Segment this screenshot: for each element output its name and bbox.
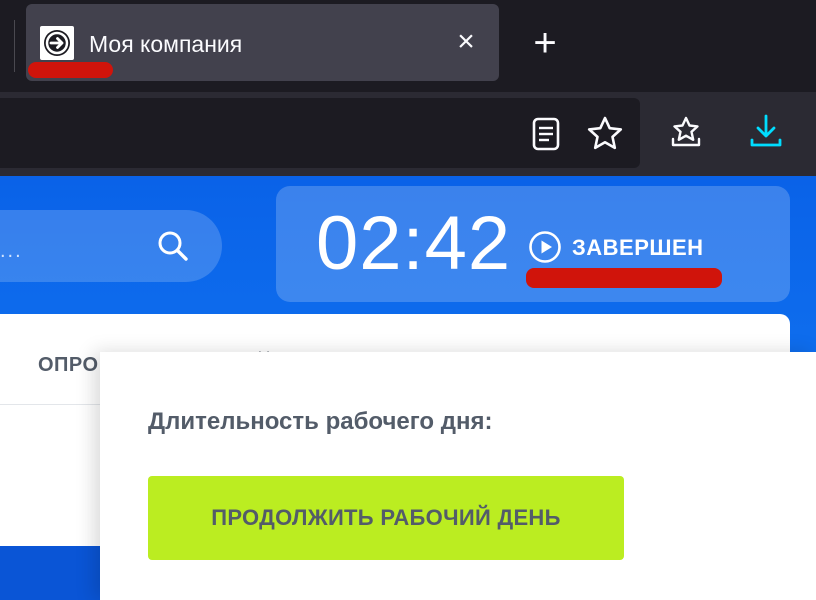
popup-title: Длительность рабочего дня: <box>148 408 493 435</box>
annotation-underline-status <box>526 268 722 288</box>
address-bar[interactable] <box>0 98 640 168</box>
work-day-popup: Длительность рабочего дня: ПРОДОЛЖИТЬ РА… <box>100 352 816 600</box>
timer-time: 02:42 <box>316 201 512 286</box>
search-input[interactable]: ... <box>0 210 222 282</box>
reader-view-icon[interactable] <box>526 114 566 154</box>
tab-title: Моя компания <box>89 31 243 57</box>
saved-pages-star-icon[interactable] <box>666 112 706 152</box>
new-tab-button[interactable]: + <box>526 23 564 63</box>
status-label: ЗАВЕРШЕН <box>572 235 704 260</box>
bookmark-star-icon[interactable] <box>585 114 625 154</box>
continue-work-day-button[interactable]: ПРОДОЛЖИТЬ РАБОЧИЙ ДЕНЬ <box>148 476 624 560</box>
close-tab-icon[interactable]: × <box>450 26 482 58</box>
annotation-underline <box>28 62 113 78</box>
search-placeholder: ... <box>0 240 23 262</box>
search-icon[interactable] <box>155 228 191 264</box>
tab-polls[interactable]: ОПРО <box>38 354 99 377</box>
arrow-circle-icon <box>40 26 74 60</box>
browser-toolbar <box>0 92 816 176</box>
popup-arrow <box>396 334 436 354</box>
browser-tab-bar: Моя компания × + <box>0 0 816 92</box>
tab-separator <box>14 20 15 72</box>
download-icon[interactable] <box>746 112 786 152</box>
play-circle-icon <box>529 231 561 263</box>
